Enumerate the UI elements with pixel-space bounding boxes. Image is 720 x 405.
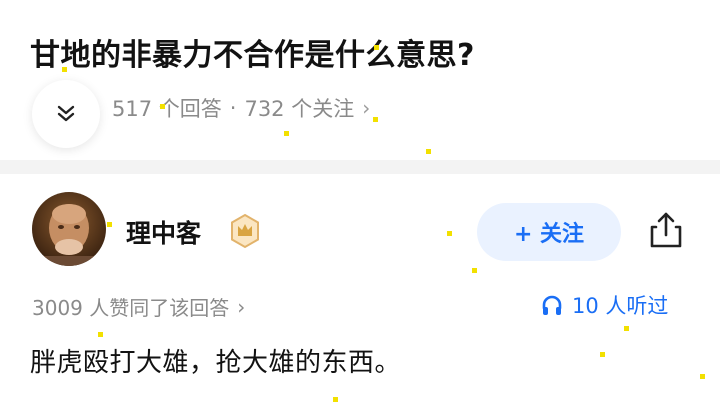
marker-dot [160,104,165,109]
answer-excerpt[interactable]: 胖虎殴打大雄，抢大雄的东西。 [30,342,401,379]
collapse-button[interactable] [32,80,100,148]
marker-dot [284,131,289,136]
answers-count: 517 个回答 [112,97,222,121]
marker-dot [98,332,103,337]
listen-count: 10 人听过 [572,294,669,318]
avatar[interactable] [32,192,106,266]
section-divider [0,160,720,174]
marker-dot [472,268,477,273]
likes-meta[interactable]: 3009 人赞同了该回答 › [32,292,245,321]
marker-dot [624,326,629,331]
chevron-right-icon: › [362,96,371,120]
marker-dot [107,222,112,227]
share-icon [650,212,682,248]
marker-dot [700,374,705,379]
marker-dot [374,45,379,50]
marker-dot [373,117,378,122]
question-meta[interactable]: 517 个回答 · 732 个关注 › [112,93,370,123]
marker-dot [600,352,605,357]
question-title[interactable]: 甘地的非暴力不合作是什么意思? [30,30,475,74]
crown-badge-icon [227,213,263,249]
marker-dot [426,149,431,154]
headphones-icon [542,295,562,315]
author-name[interactable]: 理中客 [126,214,201,250]
chevron-down-icon [57,105,75,122]
follow-button[interactable]: + 关注 [477,203,621,261]
share-button[interactable] [644,208,688,252]
marker-dot [62,67,67,72]
listen-meta[interactable]: 10 人听过 [540,290,668,320]
followers-count: 732 个关注 [244,97,355,121]
marker-dot [333,397,338,402]
meta-separator: · [229,96,237,120]
marker-dot [447,231,452,236]
chevron-right-icon: › [237,294,246,319]
likes-text: 3009 人赞同了该回答 [32,296,230,320]
avatar-image [32,192,106,266]
